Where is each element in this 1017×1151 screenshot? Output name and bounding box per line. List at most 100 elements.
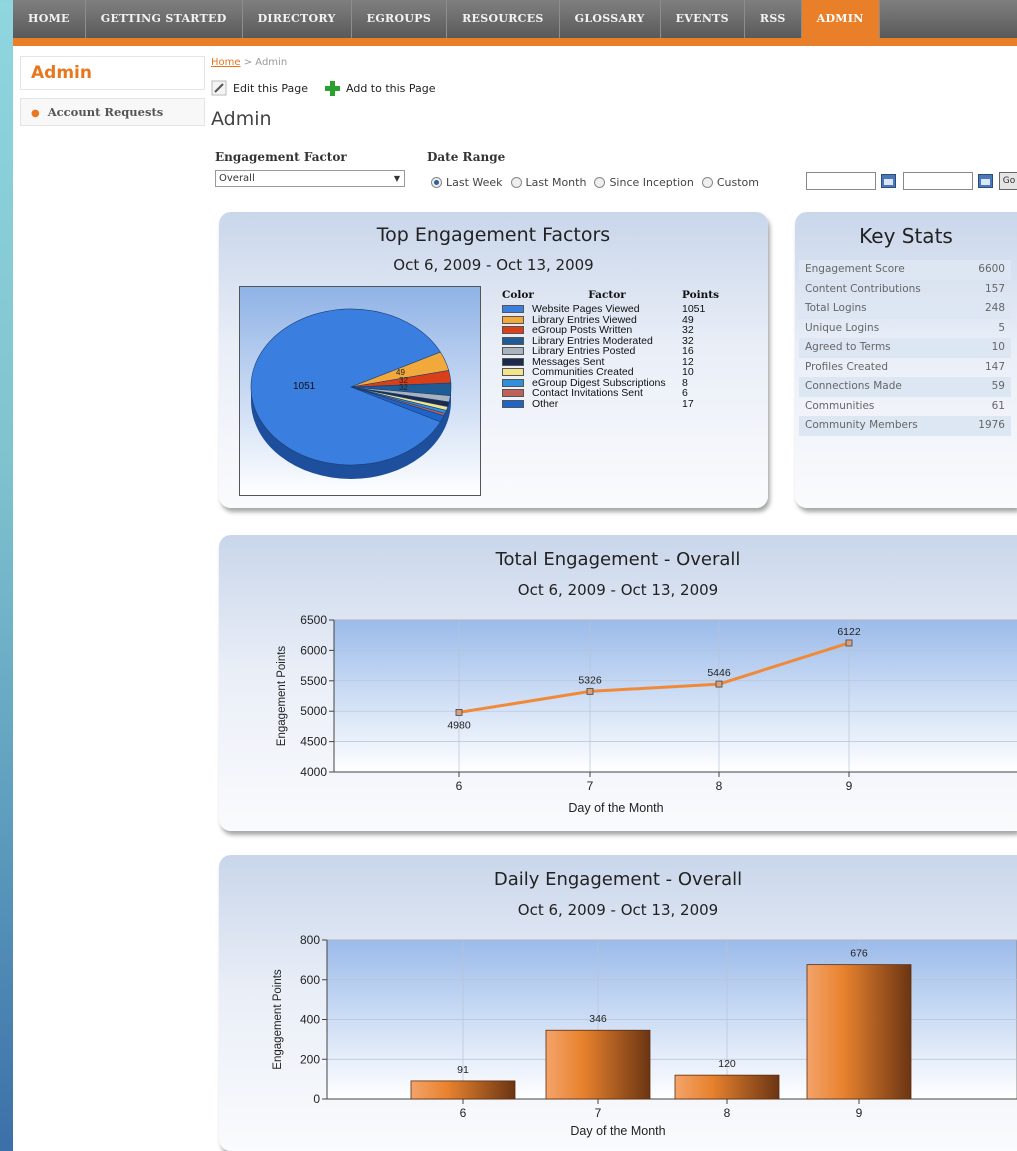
data-label: 91 (457, 1064, 469, 1076)
calendar-icon[interactable] (881, 174, 896, 188)
legend-swatch (502, 326, 524, 335)
edit-page-button[interactable]: Edit this Page (211, 80, 308, 96)
x-axis-label: Day of the Month (570, 1124, 665, 1138)
sidebar-title: Admin (20, 56, 205, 90)
data-label: 5326 (578, 674, 602, 686)
nav-item-resources[interactable]: RESOURCES (447, 0, 560, 38)
key-stat-row: Agreed to Terms 10 (799, 338, 1011, 358)
date-range-radio-since-inception[interactable]: Since Inception (594, 176, 694, 189)
y-tick-label: 4500 (300, 735, 327, 749)
key-stat-label: Unique Logins (805, 321, 880, 334)
legend-header-points: Points (682, 289, 720, 301)
add-to-page-label: Add to this Page (346, 81, 436, 95)
nav-item-egroups[interactable]: EGROUPS (352, 0, 448, 38)
legend-swatch (502, 347, 524, 356)
key-stats-title: Key Stats (859, 224, 953, 248)
key-stat-value: 248 (984, 302, 1005, 314)
y-tick-label: 400 (300, 1013, 320, 1027)
x-tick-label: 8 (724, 1106, 731, 1120)
x-tick-label: 6 (460, 1106, 467, 1120)
x-tick-label: 6 (456, 779, 463, 793)
pie-data-label: 1051 (293, 381, 316, 392)
y-tick-label: 6000 (300, 643, 327, 657)
x-axis-label: Day of the Month (568, 801, 663, 815)
breadcrumb: Home > Admin (211, 57, 287, 68)
y-tick-label: 600 (300, 973, 320, 987)
date-range-radio-last-month[interactable]: Last Month (510, 176, 587, 189)
x-tick-label: 7 (595, 1106, 602, 1120)
radio-button-icon[interactable] (431, 177, 442, 188)
custom-start-date-input[interactable] (806, 172, 876, 190)
custom-end-date-input[interactable] (903, 172, 973, 190)
data-point (845, 639, 853, 647)
y-tick-label: 6500 (300, 613, 327, 627)
nav-item-rss[interactable]: RSS (745, 0, 802, 38)
edit-page-label: Edit this Page (233, 81, 308, 95)
key-stat-label: Agreed to Terms (805, 341, 891, 353)
daily-engagement-subtitle: Oct 6, 2009 - Oct 13, 2009 (517, 901, 719, 919)
key-stat-row: Connections Made 59 (799, 377, 1011, 397)
page-title: Admin (211, 108, 272, 130)
data-label: 676 (850, 948, 868, 960)
pie-data-label: 32 (399, 383, 408, 392)
pie-legend: Color Factor Points Website Pages Viewed… (502, 289, 722, 410)
key-stat-value: 61 (991, 399, 1005, 412)
top-factors-panel: Top Engagement Factors Oct 6, 2009 - Oct… (219, 212, 768, 508)
y-tick-label: 200 (300, 1052, 320, 1066)
top-factors-subtitle: Oct 6, 2009 - Oct 13, 2009 (393, 256, 594, 274)
breadcrumb-separator: > (240, 57, 256, 68)
legend-swatch (502, 389, 524, 398)
bullet-icon: ● (31, 108, 40, 119)
legend-swatch (502, 357, 524, 366)
page-toolbar: Edit this Page Add to this Page (211, 80, 436, 96)
go-button[interactable]: Go (999, 172, 1017, 190)
radio-button-icon[interactable] (594, 177, 606, 188)
daily-engagement-title: Daily Engagement - Overall (493, 869, 743, 890)
date-range-radio-last-week[interactable]: Last Week (431, 176, 503, 189)
breadcrumb-home-link[interactable]: Home (211, 57, 241, 68)
key-stats-panel: Key Stats Engagement Score 6600 Content Co… (795, 212, 1017, 508)
radio-label: Last Month (525, 176, 587, 189)
add-to-page-button[interactable]: Add to this Page (324, 80, 436, 96)
total-engagement-subtitle: Oct 6, 2009 - Oct 13, 2009 (517, 581, 719, 599)
nav-item-home[interactable]: HOME (13, 0, 86, 38)
daily-engagement-panel: Daily Engagement - Overall Oct 6, 2009 -… (219, 855, 1017, 1151)
calendar-icon[interactable] (978, 174, 993, 188)
breadcrumb-current: Admin (255, 57, 288, 68)
date-range-radio-custom[interactable]: Custom (701, 176, 759, 189)
y-axis-label: Engagement Points (276, 646, 288, 747)
date-range-label: Date Range (427, 150, 506, 164)
key-stat-row: Unique Logins 5 (799, 319, 1011, 339)
radio-button-icon[interactable] (510, 177, 522, 188)
legend-swatch (502, 315, 524, 324)
key-stat-value: 59 (991, 380, 1005, 392)
nav-item-admin[interactable]: ADMIN (801, 0, 880, 38)
nav-item-events[interactable]: EVENTS (661, 0, 745, 38)
sidebar-item-account-requests[interactable]: ● Account Requests (20, 98, 205, 126)
data-point (455, 709, 463, 716)
radio-button-icon[interactable] (701, 177, 713, 188)
data-label: 5446 (707, 667, 731, 679)
radio-label: Last Week (446, 176, 503, 189)
data-label: 120 (718, 1058, 736, 1070)
nav-item-getting-started[interactable]: GETTING STARTED (86, 0, 243, 38)
page: HOME GETTING STARTED DIRECTORY EGROUPS RESOU… (13, 0, 1017, 1151)
legend-row: Other 17 (502, 398, 722, 410)
data-label: 346 (589, 1013, 607, 1025)
key-stat-value: 10 (991, 341, 1005, 353)
nav-item-directory[interactable]: DIRECTORY (243, 0, 352, 38)
engagement-factor-label: Engagement Factor (215, 150, 347, 164)
legend-swatch (502, 305, 524, 314)
engagement-factor-select[interactable]: Overall ▼ (215, 170, 405, 187)
top-factors-title: Top Engagement Factors (376, 224, 611, 246)
radio-label: Since Inception (609, 176, 694, 189)
top-nav: HOME GETTING STARTED DIRECTORY EGROUPS RESOU… (13, 0, 1017, 46)
x-tick-label: 8 (716, 779, 723, 793)
x-tick-label: 9 (846, 779, 853, 793)
pencil-icon (211, 80, 227, 96)
key-stat-label: Content Contributions (805, 282, 921, 295)
data-label: 4980 (447, 719, 471, 731)
y-tick-label: 800 (300, 933, 320, 947)
nav-item-glossary[interactable]: GLOSSARY (560, 0, 661, 38)
bar (410, 1080, 516, 1100)
